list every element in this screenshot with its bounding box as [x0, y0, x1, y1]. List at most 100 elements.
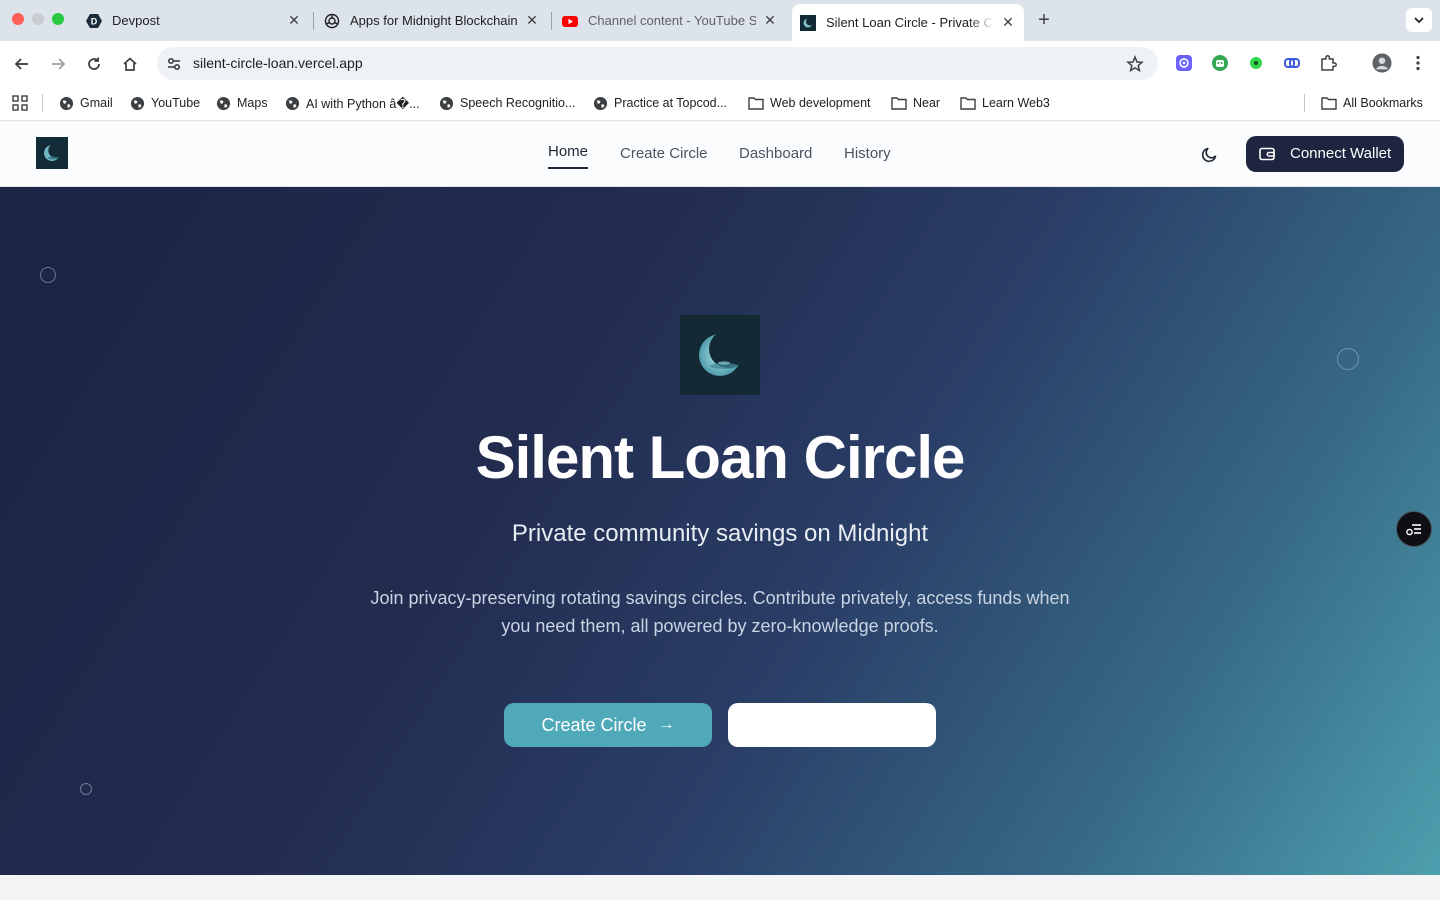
address-bar[interactable]: silent-circle-loan.vercel.app [157, 47, 1158, 80]
close-icon[interactable]: ✕ [1000, 14, 1016, 31]
crescent-moon-logo-icon [680, 315, 760, 395]
bookmark-label: Speech Recognitio... [460, 96, 576, 110]
page-below-fold [0, 875, 1440, 900]
home-icon [123, 57, 137, 71]
bookmark-label: Learn Web3 [982, 96, 1050, 110]
all-bookmarks-label: All Bookmarks [1343, 96, 1423, 110]
connect-wallet-button[interactable]: Connect Wallet [1246, 136, 1404, 172]
folder-icon [748, 95, 764, 111]
create-circle-label: Create Circle [541, 714, 647, 735]
youtube-icon [562, 13, 578, 29]
tab-youtube-studio[interactable]: Channel content - YouTube St ✕ [554, 5, 786, 36]
bookmark-speech-recognition[interactable]: Speech Recognitio... [438, 95, 575, 111]
extension-link-icon[interactable] [1282, 53, 1302, 73]
reload-button[interactable] [82, 52, 106, 76]
globe-icon [592, 95, 608, 111]
arrow-right-icon [52, 58, 66, 70]
extension-robot-icon[interactable] [1210, 53, 1230, 73]
extension-purple-icon[interactable] [1174, 53, 1194, 73]
bookmark-label: Maps [237, 96, 268, 110]
view-dashboard-button[interactable]: View Dashboard [728, 703, 936, 747]
tab-title: Apps for Midnight Blockchain [350, 13, 518, 28]
forward-button[interactable] [46, 52, 70, 76]
globe-icon [129, 95, 145, 111]
new-tab-button[interactable]: + [1034, 10, 1054, 30]
connect-wallet-label: Connect Wallet [1290, 145, 1392, 162]
openai-icon [324, 13, 340, 29]
svg-text:D: D [91, 16, 98, 26]
site-logo[interactable] [36, 137, 68, 169]
bookmark-label: Practice at Topcod... [614, 96, 728, 110]
site-moon-icon [800, 14, 816, 31]
nav-dashboard[interactable]: Dashboard [739, 145, 812, 162]
tab-midnight-apps[interactable]: Apps for Midnight Blockchain ✕ [316, 5, 548, 36]
decorative-circle [1337, 348, 1359, 370]
hero-subtitle: Private community savings on Midnight [511, 520, 929, 547]
bookmark-label: Web development [770, 96, 871, 110]
extension-green-dot-icon[interactable] [1246, 53, 1266, 73]
minimize-window-button[interactable] [32, 13, 44, 25]
browser-menu-icon[interactable] [1408, 53, 1428, 73]
bookmark-ai-python[interactable]: AI with Python â�... [284, 95, 420, 111]
home-button[interactable] [118, 52, 142, 76]
bookmark-label: Gmail [80, 96, 113, 110]
list-settings-icon [1406, 524, 1421, 536]
arrow-left-icon [14, 58, 28, 70]
url-text[interactable]: silent-circle-loan.vercel.app [193, 55, 363, 71]
apps-grid-icon[interactable] [12, 95, 28, 111]
bookmarks-divider [1304, 94, 1305, 112]
browser-toolbar: silent-circle-loan.vercel.app [0, 41, 1440, 86]
all-bookmarks-folder[interactable]: All Bookmarks [1321, 95, 1423, 111]
browser-tab-strip: D Devpost ✕ Apps for Midnight Blockchain… [0, 0, 1440, 41]
globe-icon [438, 95, 454, 111]
bookmarks-bar: Gmail YouTube Maps AI with Python â�... … [0, 86, 1440, 121]
globe-icon [58, 95, 74, 111]
bookmark-star-icon[interactable] [1126, 54, 1144, 73]
nav-history[interactable]: History [844, 145, 891, 162]
folder-icon [1321, 95, 1337, 111]
tab-divider [313, 12, 314, 30]
bookmark-gmail[interactable]: Gmail [58, 95, 113, 111]
bookmark-folder-learn-web3[interactable]: Learn Web3 [960, 95, 1050, 111]
moon-icon [1201, 147, 1217, 163]
bookmark-label: YouTube [151, 96, 201, 110]
tab-title: Channel content - YouTube St [588, 13, 756, 28]
back-button[interactable] [10, 52, 34, 76]
theme-toggle-button[interactable] [1199, 143, 1221, 165]
maximize-window-button[interactable] [52, 13, 64, 25]
tab-devpost[interactable]: D Devpost ✕ [78, 5, 310, 36]
wallet-icon [1259, 147, 1275, 161]
tab-silent-loan-circle[interactable]: Silent Loan Circle - Private Co ✕ [792, 4, 1024, 41]
bookmark-label: Near [913, 96, 941, 110]
nav-create-circle[interactable]: Create Circle [620, 145, 708, 162]
bookmark-topcoder[interactable]: Practice at Topcod... [592, 95, 727, 111]
bookmark-folder-near[interactable]: Near [891, 95, 940, 111]
tab-title: Silent Loan Circle - Private Co [826, 15, 994, 30]
bookmark-maps[interactable]: Maps [215, 95, 268, 111]
create-circle-button[interactable]: Create Circle → [504, 703, 712, 747]
bookmarks-divider [42, 94, 43, 112]
close-icon[interactable]: ✕ [762, 12, 778, 29]
tab-search-button[interactable] [1406, 8, 1432, 32]
bookmark-youtube[interactable]: YouTube [129, 95, 200, 111]
globe-icon [215, 95, 231, 111]
nav-home[interactable]: Home [548, 143, 589, 169]
floating-widget-button[interactable] [1396, 511, 1432, 547]
arrow-right-icon: → [658, 716, 675, 733]
extensions-puzzle-icon[interactable] [1318, 53, 1338, 73]
close-icon[interactable]: ✕ [286, 12, 302, 29]
view-dashboard-label: View Dashboard [766, 714, 898, 735]
close-window-button[interactable] [12, 13, 24, 25]
profile-avatar[interactable] [1372, 53, 1392, 73]
hero-logo [680, 315, 760, 395]
hero-section: Silent Loan Circle Private community sav… [0, 187, 1440, 875]
tab-title: Devpost [112, 13, 160, 28]
bookmark-label: AI with Python â�... [306, 96, 420, 111]
bookmark-folder-web-development[interactable]: Web development [748, 95, 871, 111]
crescent-moon-logo-icon [36, 137, 68, 169]
decorative-circle [40, 267, 56, 283]
hero-title: Silent Loan Circle [475, 424, 966, 491]
site-settings-icon[interactable] [165, 55, 183, 73]
globe-icon [284, 95, 300, 111]
close-icon[interactable]: ✕ [524, 12, 540, 29]
